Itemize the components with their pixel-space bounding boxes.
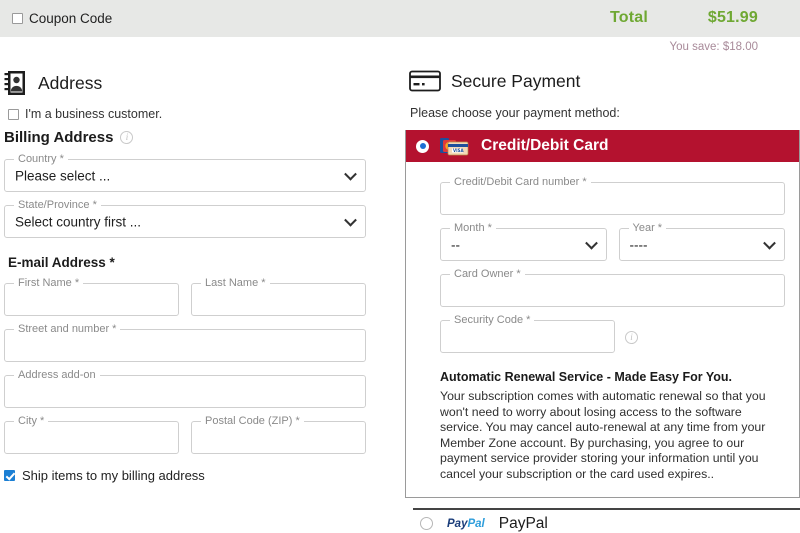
email-address-heading: E-mail Address *	[8, 255, 115, 270]
bottom-divider	[413, 508, 800, 510]
business-customer-label: I'm a business customer.	[25, 107, 163, 121]
order-total-label: Total	[609, 9, 648, 26]
payment-section-header: Secure Payment	[409, 70, 800, 92]
address-title: Address	[38, 72, 103, 93]
first-name-field[interactable]: First Name *	[4, 277, 179, 316]
security-code-label: Security Code *	[450, 314, 535, 326]
street-label: Street and number *	[14, 323, 121, 335]
card-number-field[interactable]: Credit/Debit Card number *	[440, 176, 785, 215]
state-province-select[interactable]: State/Province * Select country first ..…	[4, 199, 366, 238]
ship-to-billing-label: Ship items to my billing address	[22, 468, 205, 483]
payment-title: Secure Payment	[451, 70, 581, 91]
street-field[interactable]: Street and number *	[4, 323, 366, 362]
country-select[interactable]: Country * Please select ...	[4, 153, 366, 192]
address-section-header: Address	[4, 70, 400, 96]
ship-to-billing-toggle[interactable]: Ship items to my billing address	[4, 468, 400, 483]
chevron-down-icon[interactable]	[584, 236, 598, 250]
expiry-year-label: Year *	[628, 222, 667, 234]
credit-card-icon	[409, 70, 441, 92]
svg-text:VISA: VISA	[453, 148, 464, 153]
credit-card-method-label: Credit/Debit Card	[481, 137, 609, 154]
city-zip-row: City * Postal Code (ZIP) *	[4, 408, 366, 454]
state-province-label: State/Province *	[14, 199, 101, 211]
paypal-method-label: PayPal	[498, 514, 548, 532]
coupon-code-toggle[interactable]: Coupon Code	[12, 11, 112, 26]
security-code-field[interactable]: Security Code *	[440, 314, 615, 353]
paypal-logo-icon: PayPal	[447, 518, 485, 530]
address-addon-field[interactable]: Address add-on	[4, 369, 366, 408]
expiry-row: Month * -- Year * ----	[440, 215, 785, 261]
chevron-down-icon[interactable]	[763, 236, 776, 250]
expiry-month-label: Month *	[450, 222, 496, 234]
card-number-label: Credit/Debit Card number *	[450, 176, 591, 188]
country-value: Please select ...	[15, 168, 111, 183]
renewal-text: Your subscription comes with automatic r…	[440, 389, 766, 481]
renewal-heading: Automatic Renewal Service - Made Easy Fo…	[440, 370, 732, 384]
last-name-label: Last Name *	[201, 277, 270, 289]
state-province-value: Select country first ...	[15, 214, 142, 229]
billing-address-heading: Billing Address i	[4, 129, 400, 146]
coupon-code-label: Coupon Code	[29, 11, 113, 26]
checkbox-checked-icon[interactable]	[4, 470, 15, 481]
choose-payment-method-text: Please choose your payment method:	[410, 106, 620, 120]
address-addon-label: Address add-on	[14, 369, 100, 381]
city-label: City *	[14, 415, 49, 427]
info-circle-icon[interactable]: i	[625, 331, 638, 344]
info-circle-icon[interactable]: i	[120, 131, 134, 144]
order-total-value: $51.99	[707, 9, 758, 26]
credit-card-method-panel: VISA Credit/Debit Card Credit/Debit Card…	[405, 130, 800, 498]
expiry-year-value: ----	[629, 237, 648, 252]
radio-paypal-unselected[interactable]	[420, 517, 433, 531]
expiry-month-value: --	[451, 237, 460, 252]
expiry-year-select[interactable]: Year * ----	[618, 222, 785, 261]
checkbox-unchecked-icon[interactable]	[12, 13, 23, 24]
card-owner-field[interactable]: Card Owner *	[440, 268, 785, 307]
address-book-icon	[4, 71, 25, 95]
credit-card-method-header[interactable]: VISA Credit/Debit Card	[406, 130, 799, 162]
postal-code-label: Postal Code (ZIP) *	[201, 415, 304, 427]
card-owner-label: Card Owner *	[450, 268, 525, 280]
paypal-logo-part-1: Pay	[447, 517, 468, 530]
address-section: Address I'm a business customer. Billing…	[0, 70, 400, 483]
name-fields-row: First Name * Last Name *	[4, 270, 366, 316]
credit-card-form: Credit/Debit Card number * Month * -- Ye…	[406, 162, 799, 497]
payment-section: Secure Payment Please choose your paymen…	[405, 70, 800, 533]
business-customer-toggle[interactable]: I'm a business customer.	[8, 107, 400, 121]
billing-address-title: Billing Address	[4, 129, 114, 146]
city-field[interactable]: City *	[4, 415, 179, 454]
radio-credit-card-selected[interactable]	[416, 139, 429, 153]
chevron-down-icon[interactable]	[344, 167, 357, 181]
last-name-field[interactable]: Last Name *	[191, 277, 366, 316]
paypal-logo-part-2: Pal	[467, 517, 485, 530]
coupon-total-bar: Coupon Code	[0, 0, 800, 37]
paypal-method-row[interactable]: PayPal PayPal	[420, 515, 800, 533]
expiry-month-select[interactable]: Month * --	[440, 222, 607, 261]
first-name-label: First Name *	[14, 277, 84, 289]
country-label: Country *	[14, 153, 68, 165]
postal-code-field[interactable]: Postal Code (ZIP) *	[191, 415, 366, 454]
you-save-text: You save: $18.00	[669, 41, 758, 53]
card-brands-icon: VISA	[440, 137, 469, 155]
chevron-down-icon[interactable]	[344, 213, 357, 227]
checkbox-unchecked-icon[interactable]	[8, 108, 19, 120]
